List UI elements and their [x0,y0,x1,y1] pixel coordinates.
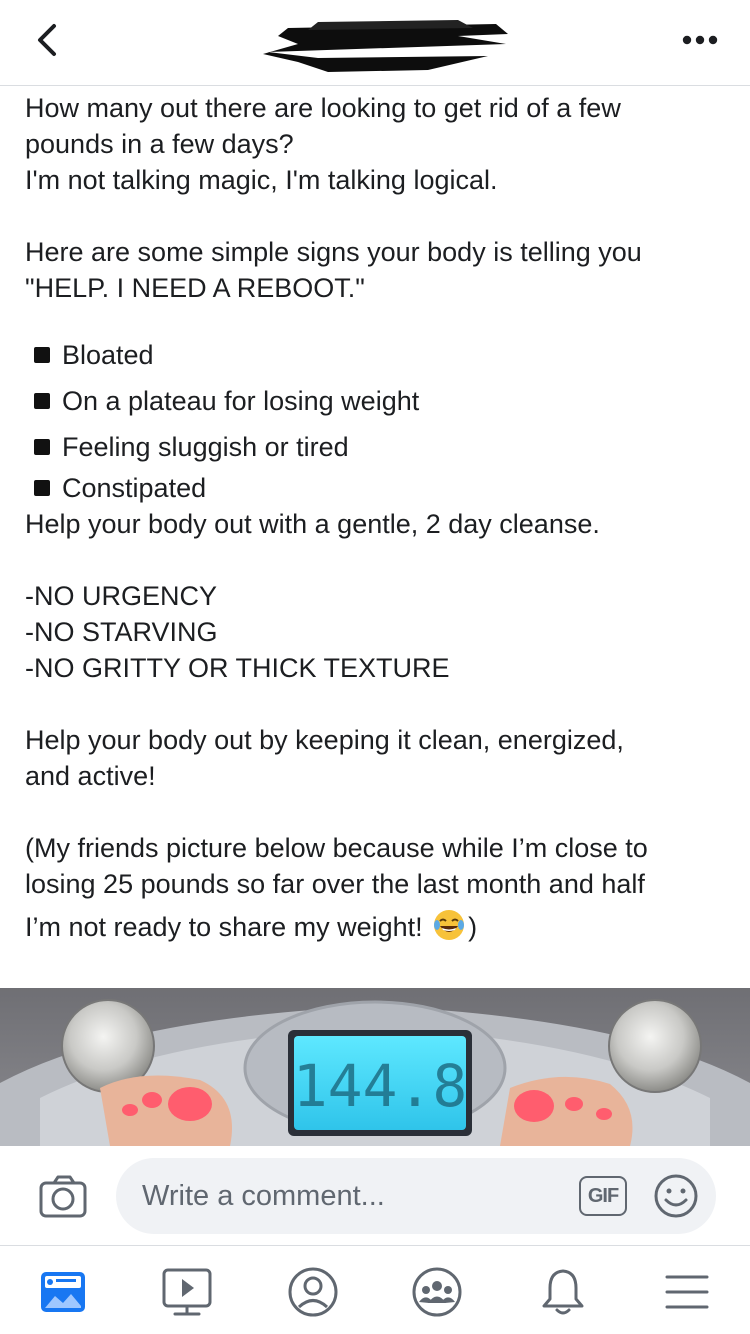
bullet-square-icon [34,347,50,363]
menu-icon [665,1275,709,1309]
notifications-icon [542,1269,584,1315]
post-line: I'm not talking magic, I'm talking logic… [25,165,498,195]
scale-reading: 144.8 [293,1052,468,1120]
post-line: -NO STARVING [25,617,218,647]
post-line: Here are some simple signs your body is … [25,237,642,267]
tab-news-feed[interactable] [36,1265,90,1319]
post-line: (My friends picture below because while … [25,833,648,863]
post-line: and active! [25,761,156,791]
post-line: I’m not ready to share my weight! ) [25,908,725,945]
bottom-tab-bar [0,1247,750,1334]
post-line: -NO GRITTY OR THICK TEXTURE [25,653,450,683]
news-feed-icon [41,1272,85,1312]
post-line: losing 25 pounds so far over the last mo… [25,869,645,899]
tab-notifications[interactable] [536,1265,590,1319]
groups-icon [412,1267,462,1317]
list-item: Feeling sluggish or tired [25,424,725,470]
gif-button[interactable]: GIF [579,1176,627,1216]
more-button[interactable] [680,30,720,50]
tab-groups[interactable] [410,1265,464,1319]
tab-profile[interactable] [286,1265,340,1319]
comment-placeholder: Write a comment... [142,1179,385,1212]
post-line: How many out there are looking to get ri… [25,93,621,123]
bullet-square-icon [34,393,50,409]
profile-icon [288,1267,338,1317]
more-dots-icon [682,35,718,45]
list-item: Constipated [25,470,725,506]
chevron-left-icon [38,24,56,56]
post-body: How many out there are looking to get ri… [25,90,725,945]
tab-menu[interactable] [660,1265,714,1319]
symptom-list: Bloated On a plateau for losing weight F… [25,332,725,506]
comment-bar: Write a comment... GIF [0,1146,750,1246]
list-item: On a plateau for losing weight [25,378,725,424]
top-bar [0,0,750,86]
camera-button[interactable] [38,1174,90,1220]
laughing-crying-emoji-icon [434,910,465,940]
emoji-button[interactable] [652,1172,700,1220]
redacted-title [258,14,520,76]
bullet-square-icon [34,480,50,496]
post-line: -NO URGENCY [25,581,218,611]
post-line: Help your body out by keeping it clean, … [25,725,624,755]
post-photo[interactable]: 144.8 [0,988,750,1146]
post-line: Help your body out with a gentle, 2 day … [25,509,600,539]
tab-watch[interactable] [160,1265,214,1319]
camera-icon [39,1175,87,1218]
smiley-icon [654,1174,698,1218]
back-button[interactable] [28,20,68,60]
list-item: Bloated [25,332,725,378]
post-line: pounds in a few days? [25,129,294,159]
watch-icon [162,1268,212,1316]
bullet-square-icon [34,439,50,455]
post-line: "HELP. I NEED A REBOOT." [25,273,365,303]
